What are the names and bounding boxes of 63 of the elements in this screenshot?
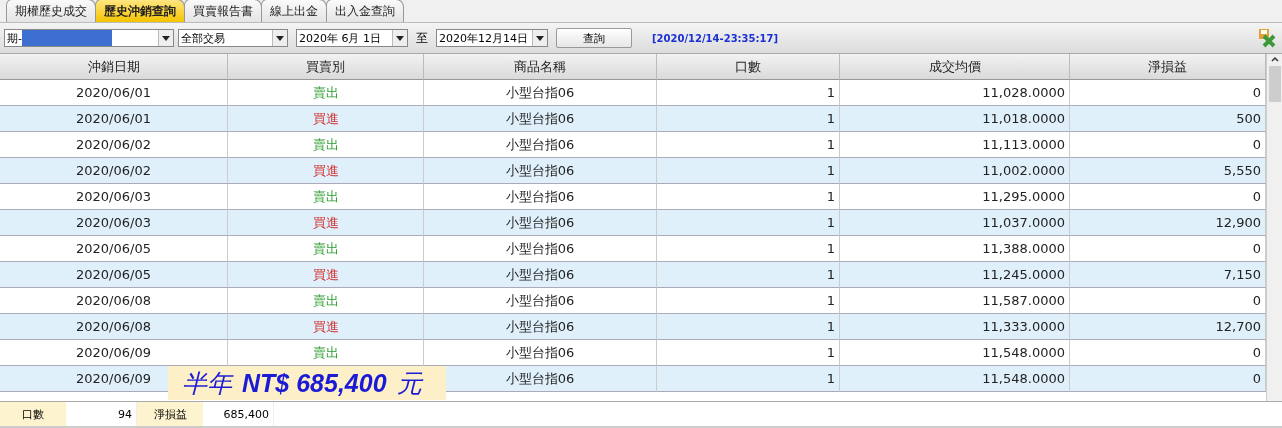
side-cell: 買進 [228,262,424,288]
table-cell: 1 [657,262,840,288]
column-header[interactable]: 買賣別 [228,54,424,80]
query-button[interactable]: 查詢 [556,28,632,48]
table-cell: 11,018.0000 [840,106,1070,132]
table-cell: 2020/06/01 [0,106,228,132]
scrollbar[interactable] [1266,54,1282,401]
table-cell: 1 [657,314,840,340]
table-cell: 1 [657,210,840,236]
dropdown-arrow-icon [396,35,404,41]
table-cell: 1 [657,158,840,184]
table-cell: 5,550 [1070,158,1266,184]
table-cell: 小型台指06 [424,106,657,132]
table-cell: 小型台指06 [424,210,657,236]
table-cell: 2020/06/08 [0,314,228,340]
to-label: 至 [416,29,428,47]
table-cell: 小型台指06 [424,262,657,288]
tab[interactable]: 出入金查詢 [326,0,404,22]
summary-label: 淨損益 [137,402,203,426]
table-cell: 1 [657,106,840,132]
table-cell: 2020/06/05 [0,262,228,288]
scroll-up-icon[interactable] [1269,54,1280,64]
dropdown-arrow-icon [162,35,170,41]
column-header[interactable]: 沖銷日期 [0,54,228,80]
side-cell: 買進 [228,158,424,184]
column-header[interactable]: 成交均價 [840,54,1070,80]
table-cell: 0 [1070,366,1266,392]
table-cell: 12,900 [1070,210,1266,236]
dropdown-arrow-icon [536,35,544,41]
tab[interactable]: 買賣報告書 [184,0,262,22]
tab[interactable]: 期權歷史成交 [6,0,96,22]
table-cell: 11,548.0000 [840,366,1070,392]
timestamp: [2020/12/14-23:35:17] [652,32,778,44]
table-cell: 500 [1070,106,1266,132]
profit-banner: 半年 NT$ 685,400 元 [168,366,446,400]
side-cell: 買進 [228,106,424,132]
table-cell: 小型台指06 [424,158,657,184]
column-header[interactable]: 商品名稱 [424,54,657,80]
table-cell: 小型台指06 [424,314,657,340]
table-cell: 2020/06/03 [0,210,228,236]
excel-export-icon[interactable] [1258,28,1278,48]
end-date-picker[interactable]: 2020年12月14日 [436,29,548,47]
column-header[interactable]: 口數 [657,54,840,80]
tab[interactable]: 線上出金 [261,0,327,22]
table-cell: 2020/06/02 [0,158,228,184]
side-cell: 買進 [228,210,424,236]
column-header[interactable]: 淨損益 [1070,54,1266,80]
table-cell: 7,150 [1070,262,1266,288]
table-cell: 12,700 [1070,314,1266,340]
table-cell: 1 [657,366,840,392]
start-date-picker[interactable]: 2020年 6月 1日 [296,29,408,47]
account-dropdown[interactable]: 期- [4,29,174,47]
table-cell: 11,002.0000 [840,158,1070,184]
table-cell: 11,037.0000 [840,210,1070,236]
dropdown-arrow-icon [276,35,284,41]
table-cell: 11,245.0000 [840,262,1070,288]
scrollbar-thumb[interactable] [1268,66,1281,102]
summary-label: 口數 [0,402,66,426]
trade-type-dropdown[interactable]: 全部交易 [178,29,288,47]
tab[interactable]: 歷史沖銷查詢 [95,0,185,22]
table-cell: 11,333.0000 [840,314,1070,340]
summary-value: 685,400 [203,402,274,426]
side-cell: 買進 [228,314,424,340]
